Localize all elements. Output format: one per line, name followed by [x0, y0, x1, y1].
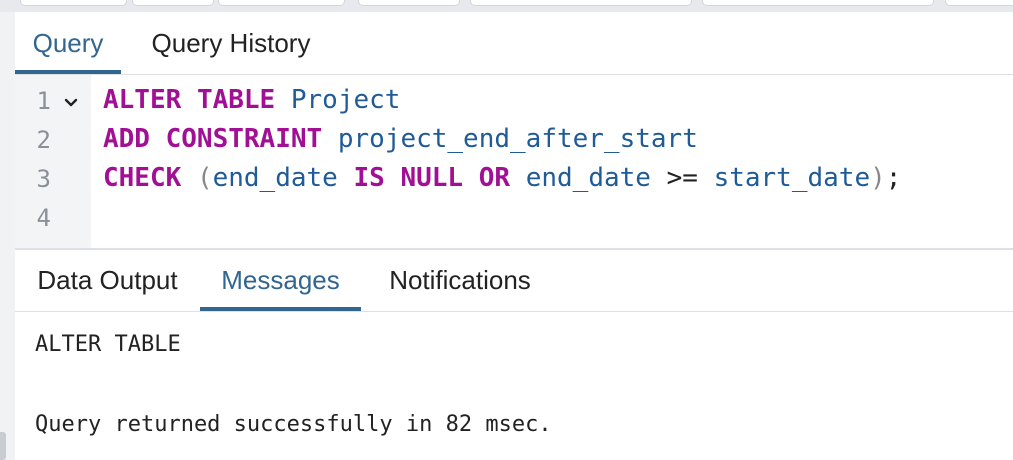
line-number: 1	[36, 87, 51, 115]
code-token: end_date	[525, 163, 651, 193]
result-tabbar: Data Output Messages Notifications	[15, 250, 1013, 312]
code-token: NULL	[400, 163, 464, 193]
toolbar-tab-stub[interactable]	[218, 0, 345, 6]
code-token: ;	[885, 163, 902, 193]
line-number: 2	[36, 126, 51, 154]
code-token: OR	[478, 163, 511, 193]
line-number: 4	[36, 204, 51, 232]
query-tool-panel: Query Query History 1 2 3 4 ALTER TABLE …	[15, 12, 1013, 460]
code-line[interactable]: ADD CONSTRAINT project_end_after_start	[103, 124, 698, 154]
sql-editor[interactable]: 1 2 3 4 ALTER TABLE Project ADD CONSTRAI…	[15, 75, 1013, 250]
tab-query-history[interactable]: Query History	[121, 12, 341, 74]
code-token: Project	[290, 85, 401, 115]
code-line[interactable]: CHECK (end_date IS NULL OR end_date >= s…	[103, 163, 901, 193]
message-line: Query returned successfully in 82 msec.	[35, 412, 552, 437]
toolbar-tab-stub[interactable]	[470, 0, 692, 6]
toolbar-strip	[0, 0, 1013, 12]
code-token: >=	[650, 163, 714, 193]
code-token: IS	[353, 163, 385, 193]
tab-notifications[interactable]: Notifications	[361, 250, 559, 311]
toolbar-tab-stub[interactable]	[702, 0, 934, 6]
messages-panel: ALTER TABLE Query returned successfully …	[15, 312, 1013, 460]
message-line: ALTER TABLE	[35, 332, 181, 357]
tab-query[interactable]: Query	[15, 12, 121, 74]
toolbar-tab-stub[interactable]	[132, 0, 214, 6]
left-scrollbar[interactable]	[0, 432, 6, 460]
toolbar-tab-stub[interactable]	[20, 0, 127, 6]
code-token: TABLE	[196, 85, 276, 115]
code-token: CHECK	[103, 163, 182, 193]
code-line[interactable]: ALTER TABLE Project	[103, 85, 400, 115]
code-token: (	[196, 163, 213, 193]
line-number: 3	[36, 165, 51, 193]
query-tabbar: Query Query History	[15, 12, 1013, 75]
line-number-gutter: 1 2 3 4	[15, 75, 91, 248]
code-token: start_date	[713, 163, 871, 193]
fold-chevron-down-icon[interactable]	[63, 95, 79, 111]
tab-messages[interactable]: Messages	[200, 250, 361, 311]
code-token: CONSTRAINT	[165, 124, 323, 154]
code-token: project_end_after_start	[337, 124, 698, 154]
code-token: end_date	[212, 163, 338, 193]
code-token: )	[870, 163, 886, 193]
toolbar-tab-stub[interactable]	[945, 0, 1013, 6]
toolbar-tab-stub[interactable]	[358, 0, 460, 6]
tab-data-output[interactable]: Data Output	[15, 250, 200, 311]
code-token: ADD	[103, 124, 150, 154]
left-panel-edge	[0, 12, 15, 460]
code-token: ALTER	[103, 85, 182, 115]
